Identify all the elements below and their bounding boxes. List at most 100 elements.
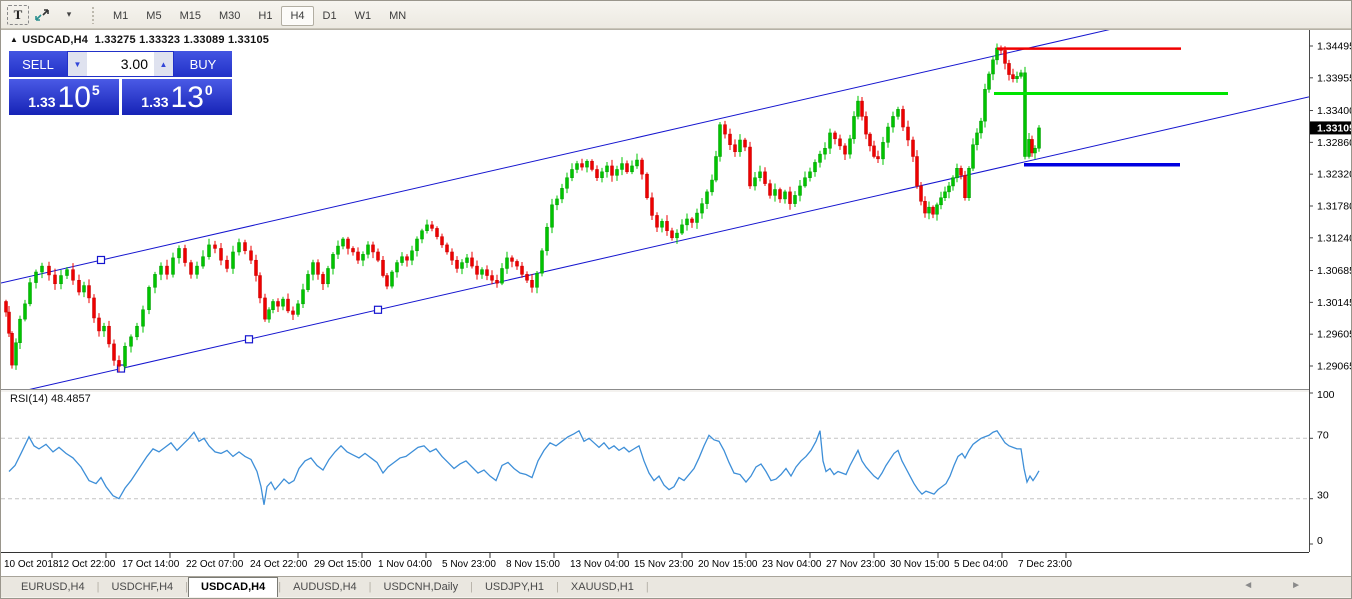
chart-tab-eurusd[interactable]: EURUSD,H4 bbox=[9, 579, 97, 595]
tab-scroll-right-icon[interactable]: ► bbox=[1291, 580, 1339, 591]
candle bbox=[11, 333, 14, 365]
sell-price-small: 1.33 bbox=[28, 94, 55, 110]
ohlc-low: 1.33089 bbox=[184, 34, 225, 46]
buy-button[interactable]: BUY bbox=[174, 51, 232, 77]
chart-tab-usdjpy[interactable]: USDJPY,H1 bbox=[473, 579, 556, 595]
terminal-window: T ▾ M1M5M15M30H1H4D1W1MN 1.344951.339551… bbox=[0, 0, 1352, 599]
candle bbox=[571, 169, 574, 177]
symbol-ohlc-line: ▲USDCAD,H4 1.33275 1.33323 1.33089 1.331… bbox=[10, 34, 269, 46]
channel-handle-0[interactable] bbox=[98, 256, 105, 263]
candle bbox=[912, 140, 915, 157]
candle bbox=[779, 189, 782, 198]
candle bbox=[202, 257, 205, 266]
candle bbox=[1012, 75, 1015, 79]
timeframe-buttons: M1M5M15M30H1H4D1W1MN bbox=[104, 6, 415, 24]
candle bbox=[976, 133, 979, 145]
collapse-triangle-icon[interactable]: ▲ bbox=[10, 35, 18, 44]
candle bbox=[297, 304, 300, 315]
candle bbox=[48, 266, 51, 275]
time-axis-label: 10 Oct 2018 bbox=[4, 559, 59, 570]
candle bbox=[98, 318, 101, 331]
candle bbox=[431, 225, 434, 229]
candle bbox=[566, 178, 569, 189]
price-axis-label: 1.32860 bbox=[1317, 137, 1352, 149]
candle bbox=[259, 276, 262, 298]
candle bbox=[764, 172, 767, 184]
candle bbox=[1020, 73, 1023, 77]
candle bbox=[312, 263, 315, 275]
candle bbox=[481, 270, 484, 275]
candle bbox=[93, 298, 96, 318]
candle bbox=[421, 231, 424, 239]
candle bbox=[337, 246, 340, 254]
candle bbox=[506, 258, 509, 269]
channel-handle-2[interactable] bbox=[246, 336, 253, 343]
candle bbox=[362, 254, 365, 260]
volume-decrease-button[interactable]: ▼ bbox=[68, 52, 87, 76]
sell-price-big: 10 bbox=[58, 83, 91, 113]
time-axis-label: 13 Nov 04:00 bbox=[570, 559, 630, 570]
candle bbox=[1028, 139, 1031, 156]
ohlc-open: 1.33275 bbox=[95, 34, 136, 46]
tab-scroll-left-icon[interactable]: ◄ bbox=[1243, 580, 1291, 591]
candle bbox=[66, 270, 69, 276]
candle bbox=[441, 237, 444, 245]
volume-field[interactable]: 3.00 bbox=[87, 52, 154, 76]
buy-price-panel[interactable]: 1.33 13 0 bbox=[122, 79, 232, 115]
candle bbox=[666, 221, 669, 230]
time-axis-label: 5 Nov 23:00 bbox=[442, 559, 496, 570]
candle bbox=[196, 266, 199, 274]
candle bbox=[744, 140, 747, 147]
time-axis-label: 22 Oct 07:00 bbox=[186, 559, 244, 570]
chart-tab-xauusd[interactable]: XAUUSD,H1 bbox=[559, 579, 646, 595]
candle bbox=[887, 127, 890, 142]
rsi-axis-label: 70 bbox=[1317, 429, 1329, 441]
timeframe-button-h1[interactable]: H1 bbox=[249, 6, 281, 26]
channel-handle-3[interactable] bbox=[375, 306, 382, 313]
candle bbox=[804, 178, 807, 186]
timeframe-button-m5[interactable]: M5 bbox=[137, 6, 170, 26]
candle bbox=[244, 243, 247, 251]
text-tool-icon[interactable]: T bbox=[7, 5, 29, 25]
candle bbox=[436, 228, 439, 236]
timeframe-button-w1[interactable]: W1 bbox=[346, 6, 381, 26]
symbol-name: USDCAD,H4 bbox=[22, 34, 88, 46]
candle bbox=[406, 257, 409, 261]
candle bbox=[83, 286, 86, 292]
rsi-axis-label: 30 bbox=[1317, 490, 1329, 502]
candle bbox=[8, 312, 11, 333]
candle bbox=[596, 169, 599, 177]
sell-price-panel[interactable]: 1.33 10 5 bbox=[9, 79, 119, 115]
candle bbox=[307, 274, 310, 289]
timeframe-button-m30[interactable]: M30 bbox=[210, 6, 249, 26]
candle bbox=[952, 178, 955, 186]
candle bbox=[932, 207, 935, 214]
candle bbox=[1024, 73, 1027, 157]
chevron-down-icon[interactable]: ▾ bbox=[55, 4, 83, 26]
timeframe-button-h4[interactable]: H4 bbox=[281, 6, 313, 26]
timeframe-button-m1[interactable]: M1 bbox=[104, 6, 137, 26]
chart-tab-usdchf[interactable]: USDCHF,H4 bbox=[99, 579, 185, 595]
chart-tab-usdcad[interactable]: USDCAD,H4 bbox=[188, 577, 278, 598]
candle bbox=[322, 274, 325, 283]
candle bbox=[178, 248, 181, 257]
time-axis-label: 7 Dec 23:00 bbox=[1018, 559, 1072, 570]
candle bbox=[754, 178, 757, 186]
candle bbox=[391, 272, 394, 286]
candle bbox=[631, 166, 634, 172]
cycle-arrows-icon[interactable] bbox=[31, 4, 53, 26]
candle bbox=[282, 299, 285, 306]
timeframe-button-mn[interactable]: MN bbox=[380, 6, 415, 26]
chart-tab-audusd[interactable]: AUDUSD,H4 bbox=[281, 579, 369, 595]
chart-tab-usdcnh[interactable]: USDCNH,Daily bbox=[372, 579, 471, 595]
candle bbox=[476, 266, 479, 274]
candle bbox=[676, 233, 679, 238]
volume-increase-button[interactable]: ▲ bbox=[154, 52, 173, 76]
time-axis-label: 24 Oct 22:00 bbox=[250, 559, 308, 570]
sell-button[interactable]: SELL bbox=[9, 51, 67, 77]
timeframe-button-d1[interactable]: D1 bbox=[314, 6, 346, 26]
candle bbox=[759, 172, 762, 178]
toolbar-grip bbox=[91, 6, 96, 24]
timeframe-button-m15[interactable]: M15 bbox=[171, 6, 210, 26]
tab-scroll-arrows[interactable]: ◄► bbox=[1243, 580, 1339, 591]
